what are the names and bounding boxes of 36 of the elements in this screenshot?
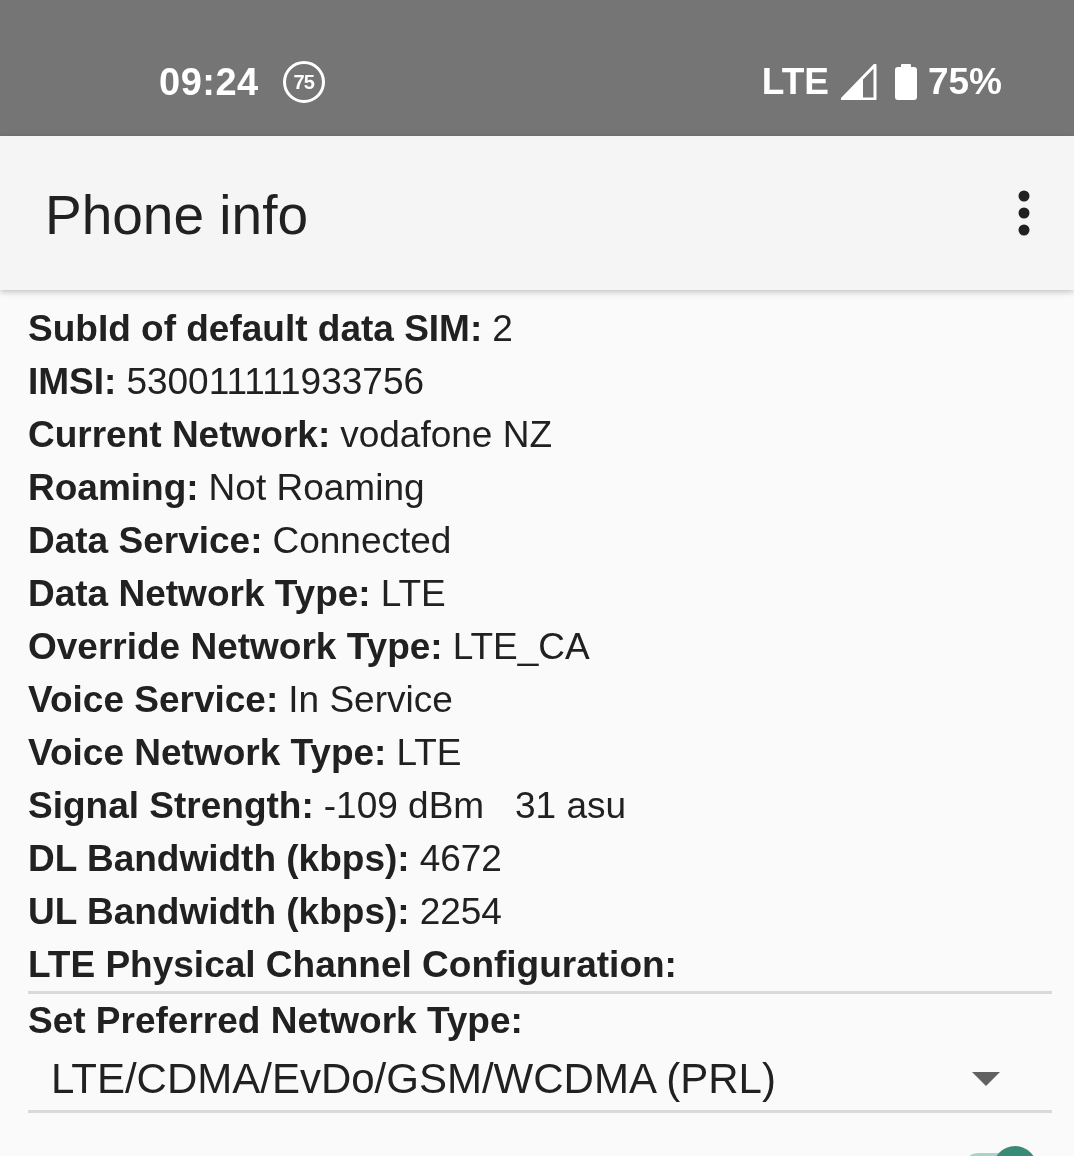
info-value: 530011111933756 xyxy=(126,360,425,403)
network-type: LTE xyxy=(761,61,829,103)
battery-percent: 75% xyxy=(927,61,1002,103)
info-value: 2254 xyxy=(419,890,502,933)
dropdown-arrow-icon xyxy=(972,1071,1000,1086)
info-value: LTE xyxy=(396,731,462,774)
info-value: Not Roaming xyxy=(208,466,425,509)
notification-badge: 75 xyxy=(282,61,325,103)
vertical-dots-icon xyxy=(1018,190,1030,236)
info-label: UL Bandwidth (kbps): xyxy=(28,890,410,933)
info-value: 4672 xyxy=(419,837,502,880)
info-value: LTE xyxy=(380,572,446,615)
info-label: LTE Physical Channel Configuration: xyxy=(28,943,677,986)
info-label: DL Bandwidth (kbps): xyxy=(28,837,410,880)
info-label: Voice Network Type: xyxy=(28,731,387,774)
info-label: SubId of default data SIM: xyxy=(28,307,483,350)
info-label: IMSI: xyxy=(28,360,117,403)
info-value: In Service xyxy=(288,678,453,721)
screen-title: Phone info xyxy=(45,183,308,247)
info-label: Signal Strength: xyxy=(28,784,314,827)
info-value: -109 dBm 31 asu xyxy=(323,784,627,827)
clock-time: 09:24 xyxy=(159,60,259,104)
setting-label: Set Preferred Network Type: xyxy=(28,999,523,1042)
info-label: Override Network Type: xyxy=(28,625,443,668)
info-label: Roaming: xyxy=(28,466,199,509)
info-value: 2 xyxy=(492,307,513,350)
battery-icon xyxy=(894,64,917,100)
info-label: Data Network Type: xyxy=(28,572,371,615)
info-value: vodafone NZ xyxy=(340,413,553,456)
info-label: Voice Service: xyxy=(28,678,279,721)
info-label: Current Network: xyxy=(28,413,331,456)
info-value: Connected xyxy=(272,519,452,562)
network-type-dropdown[interactable]: LTE/CDMA/EvDo/GSM/WCDMA (PRL) xyxy=(28,1047,1052,1113)
info-label: Data Service: xyxy=(28,519,263,562)
signal-icon xyxy=(840,64,877,100)
info-value: LTE_CA xyxy=(452,625,590,668)
